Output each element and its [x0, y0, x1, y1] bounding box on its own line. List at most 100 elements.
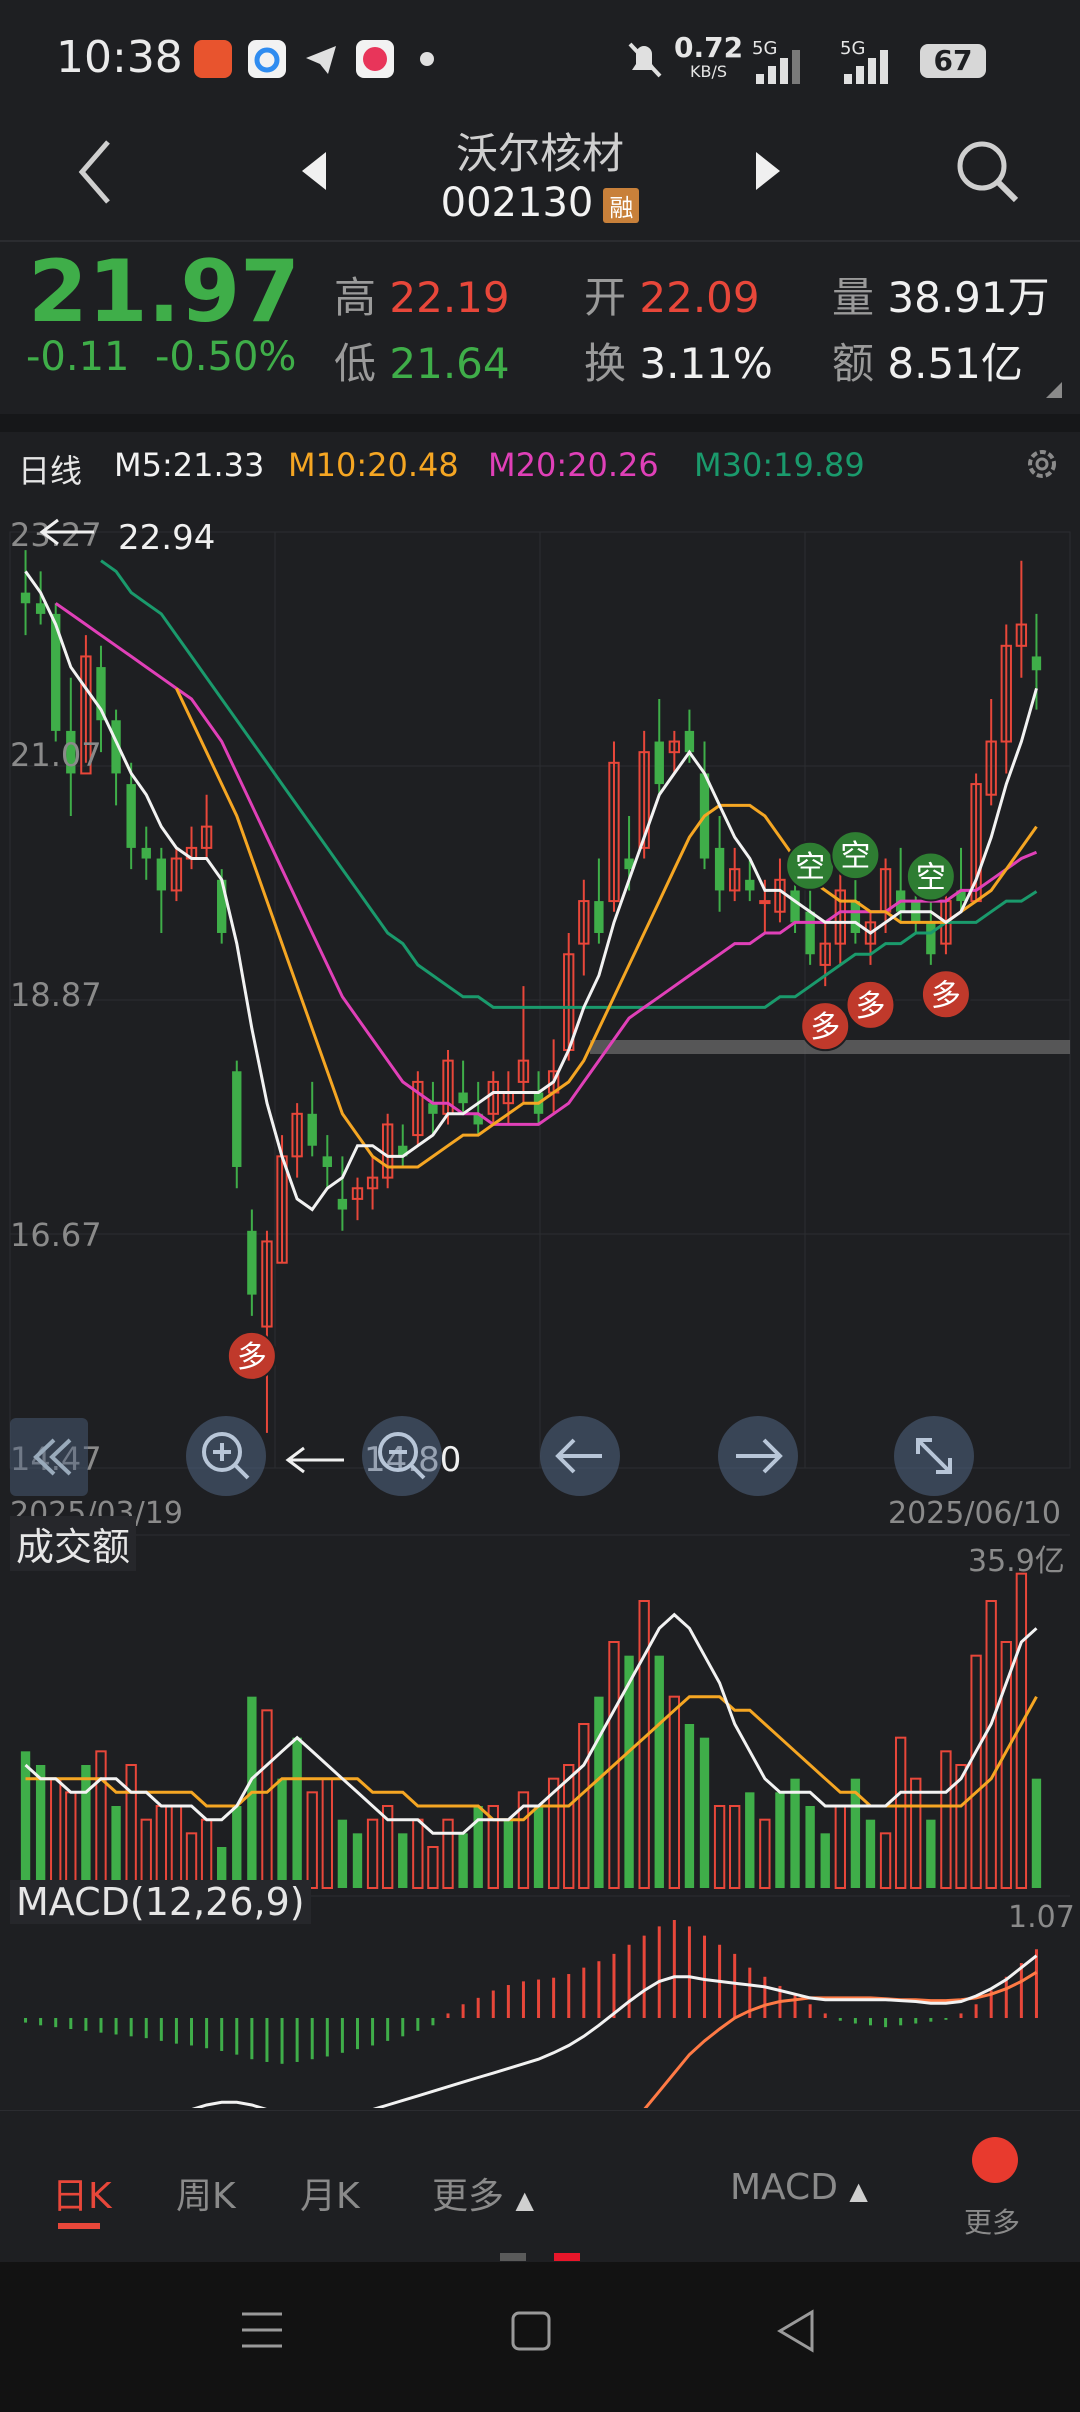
search-icon[interactable] [952, 136, 1024, 208]
volume-bar [200, 1818, 213, 1889]
max-price-label: 22.94 [118, 518, 216, 558]
macd-max-label: 1.07 [1008, 1900, 1075, 1935]
volume-bar [805, 1806, 815, 1888]
candle-body [1031, 656, 1042, 671]
candle-body [247, 1230, 257, 1295]
volume-bar [834, 1805, 846, 1889]
candle-body [141, 847, 151, 859]
volume-bar [713, 1805, 726, 1889]
candle-body [232, 1071, 242, 1167]
volume-bar [790, 1778, 800, 1888]
tab-daily-k[interactable]: 日K [52, 2167, 112, 2219]
volume-bar [427, 1846, 439, 1889]
chat-app-icon [356, 40, 394, 78]
turnover-rate: 换 3.11% [584, 339, 773, 388]
tab-monthly-k[interactable]: 月K [300, 2167, 360, 2219]
volume-bar [292, 1737, 302, 1888]
signal-label: 空 [916, 860, 946, 895]
volume-bar [533, 1806, 544, 1888]
volume-panel-title[interactable]: 成交额 [10, 1516, 137, 1571]
candle-body [805, 911, 815, 955]
back-nav-icon[interactable] [776, 2308, 816, 2354]
volume-bar [140, 1818, 152, 1889]
tab-weekly-k[interactable]: 周K [176, 2167, 236, 2219]
signal-icon [752, 50, 808, 86]
zoom-out-button[interactable] [362, 1416, 442, 1496]
divider [0, 414, 1080, 432]
volume: 量 38.91万 [832, 273, 1050, 322]
signal-label: 空 [840, 839, 870, 874]
volume-bar [970, 1654, 982, 1889]
candle-body [790, 890, 800, 923]
candle-body [850, 901, 861, 933]
volume-bar [306, 1791, 318, 1890]
volume-bar [865, 1819, 876, 1888]
volume-bar [352, 1833, 363, 1888]
more-dot-icon[interactable] [972, 2137, 1018, 2183]
signal-label: 空 [795, 850, 825, 885]
volume-bar [910, 1777, 922, 1889]
y-tick-2: 21.07 [10, 736, 102, 774]
arrow-left-icon [282, 1440, 346, 1480]
volume-bar [940, 1750, 952, 1890]
candle-body [458, 1092, 468, 1104]
margin-badge: 融 [603, 187, 640, 223]
price-change: -0.11 -0.50% [26, 334, 297, 380]
battery-indicator: 67 [920, 44, 986, 78]
macd-panel-title[interactable]: MACD(12,26,9) [10, 1880, 311, 1924]
indicator-selector[interactable]: MACD ▲ [730, 2167, 868, 2208]
volume-bar [729, 1805, 741, 1889]
volume-bar [81, 1765, 91, 1888]
settings-gear-icon[interactable] [1022, 444, 1062, 484]
fullscreen-button[interactable] [894, 1416, 974, 1496]
volume-bar [699, 1737, 710, 1888]
ma10-line [175, 687, 1038, 1169]
kline-chart[interactable]: 多多多 多空 空空 [0, 496, 1080, 2110]
macd-lines [191, 1954, 1038, 2108]
period-tabs: 日K 周K 月K 更多 ▲ MACD ▲ 更多 [0, 2110, 1080, 2261]
volume-bar [503, 1819, 514, 1888]
net-speed: 0.72 KB/S [674, 31, 744, 82]
signal-icon [840, 50, 896, 86]
volume-bar [745, 1792, 755, 1888]
volume-bar [261, 1709, 273, 1890]
volume-bar [775, 1792, 785, 1888]
dot-icon [420, 52, 434, 66]
volume-bar [95, 1750, 107, 1890]
candle-body [654, 741, 664, 785]
quote-panel: 21.97 -0.11 -0.50% 高 22.19 低 21.64 开 22.… [0, 240, 1080, 412]
volume-bar [277, 1778, 287, 1888]
arrow-left-icon [36, 512, 96, 552]
candle-body [428, 1103, 438, 1114]
scroll-to-start-button[interactable] [10, 1418, 88, 1496]
volume-bar [442, 1818, 454, 1889]
y-tick-3: 18.87 [10, 976, 102, 1014]
date-end: 2025/06/10 [888, 1496, 1061, 1531]
system-navigation-bar [0, 2262, 1080, 2412]
volume-bar [20, 1751, 31, 1888]
mute-bell-icon [622, 38, 666, 82]
next-stock-icon[interactable] [746, 146, 786, 196]
tab-more[interactable]: 更多 ▲ [432, 2167, 534, 2219]
period-label[interactable]: 日线 [18, 446, 82, 492]
expand-corner-icon[interactable] [1046, 382, 1062, 398]
volume-bar [458, 1833, 468, 1888]
more-right-label[interactable]: 更多 [964, 2201, 1020, 2241]
scroll-left-button[interactable] [540, 1416, 620, 1496]
last-price: 21.97 [28, 242, 301, 342]
volume-bar [684, 1724, 695, 1888]
volume-bar [578, 1723, 590, 1889]
cloud-app-icon [248, 40, 286, 78]
volume-bar [820, 1833, 830, 1888]
volume-bar [50, 1777, 62, 1889]
menu-icon[interactable] [240, 2308, 284, 2352]
high-price: 高 22.19 [334, 273, 510, 322]
candle-body [337, 1198, 348, 1210]
volume-bar [894, 1736, 907, 1889]
clock: 10:38 [56, 32, 183, 83]
open-price: 开 22.09 [584, 273, 760, 322]
zoom-in-button[interactable] [186, 1416, 266, 1496]
scroll-right-button[interactable] [718, 1416, 798, 1496]
home-icon[interactable] [510, 2310, 552, 2352]
ma30-label: M30:19.89 [694, 446, 865, 484]
